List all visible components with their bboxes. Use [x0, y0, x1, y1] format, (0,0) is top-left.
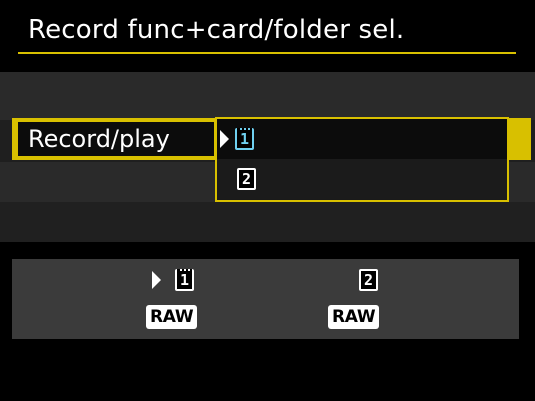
title-divider [18, 52, 516, 54]
card-1-quality-badge: RAW [146, 305, 198, 329]
selection-marker-icon [152, 271, 161, 289]
card-select-dropdown[interactable]: 1 2 [215, 117, 509, 202]
menu-row-empty [0, 202, 535, 242]
card-1-icon: 1 [175, 269, 194, 291]
menu-row-empty [0, 72, 535, 120]
card-2-icon: 2 [359, 269, 378, 291]
selection-marker-icon [220, 130, 229, 148]
card-2-quality-badge: RAW [328, 305, 380, 329]
card-1-icon: 1 [235, 128, 254, 150]
card-info-panel: 1 2 RAW RAW [12, 259, 519, 339]
dropdown-option-card-2[interactable]: 2 [217, 159, 507, 199]
screen-title: Record func+card/folder sel. [28, 15, 405, 45]
dropdown-option-card-1[interactable]: 1 [217, 119, 507, 159]
card-2-icon: 2 [237, 168, 256, 190]
menu-item-label: Record/play [28, 125, 170, 153]
